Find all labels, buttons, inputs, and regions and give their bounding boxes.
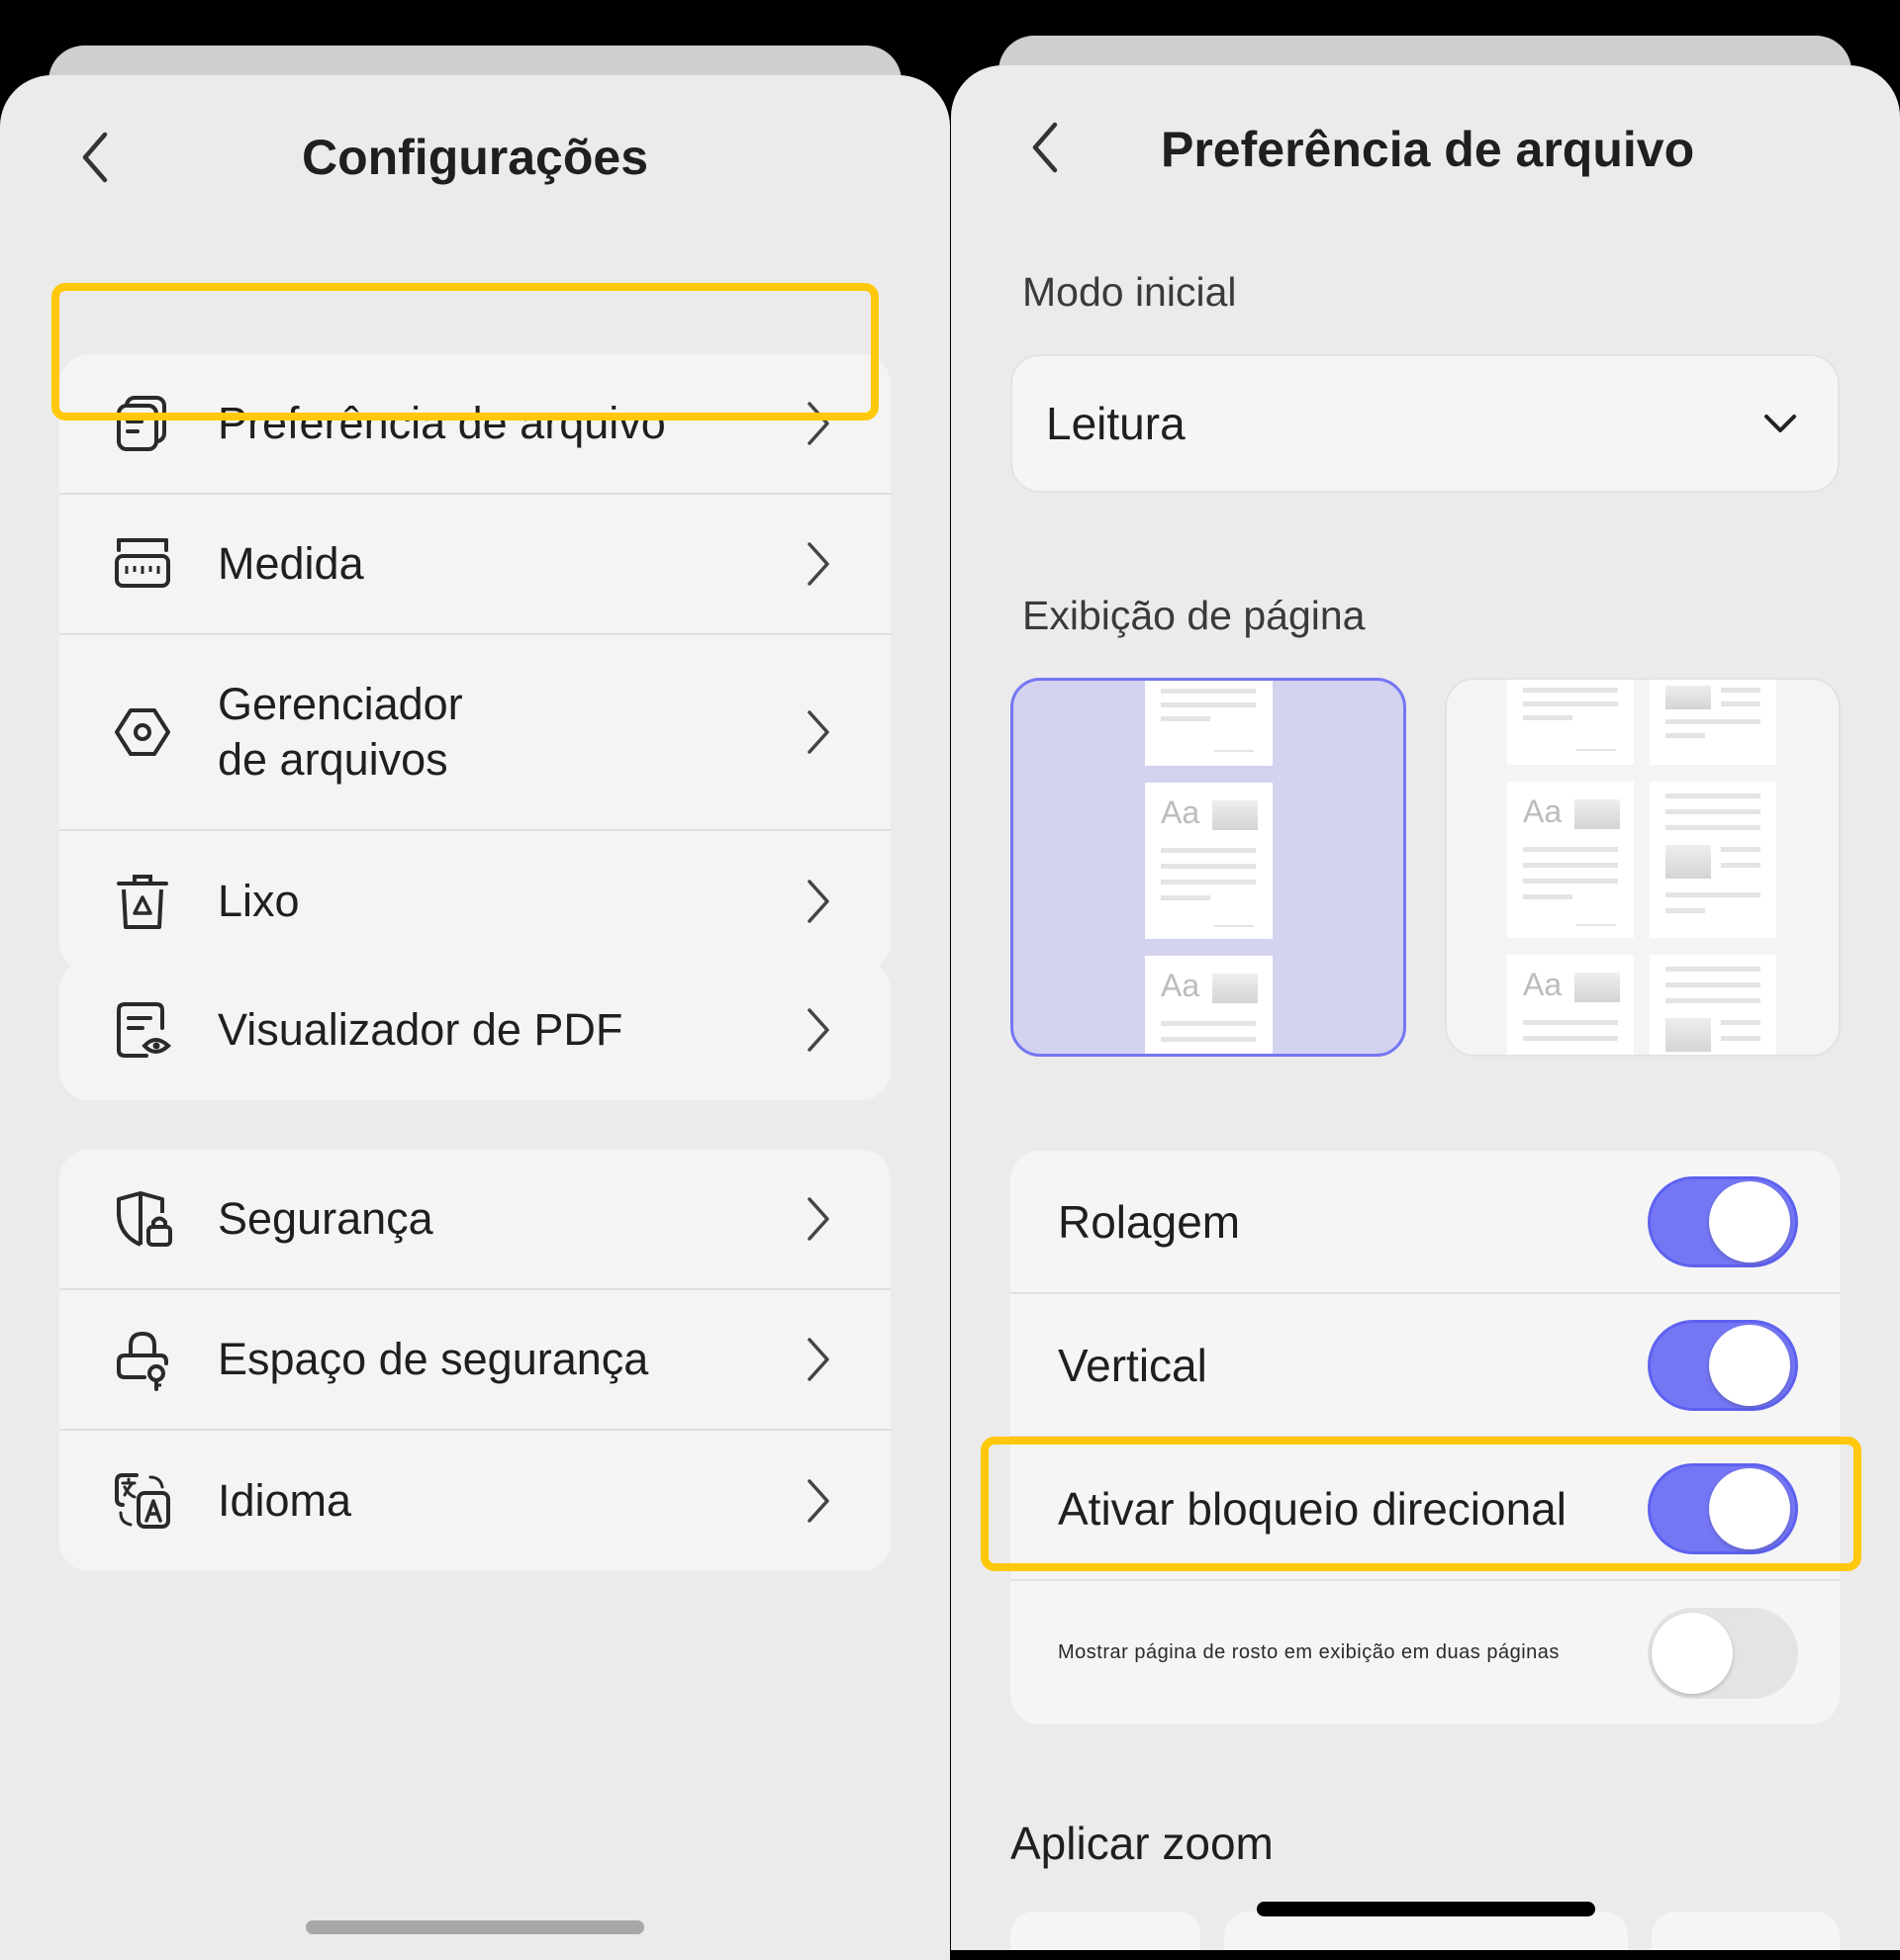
- page-thumbnail: [1145, 681, 1273, 766]
- settings-item-measure[interactable]: Medida: [59, 495, 891, 635]
- toggle-row-scroll: Rolagem: [1010, 1151, 1840, 1294]
- initial-mode-select[interactable]: Leitura: [1010, 354, 1840, 493]
- files-icon: [111, 392, 174, 455]
- thumbnail-text: Aa: [1161, 968, 1200, 1003]
- thumbnail-text: Aa: [1523, 967, 1563, 1002]
- settings-item-label: Preferência de arquivo: [218, 397, 666, 448]
- pdf-viewer-icon: [111, 998, 174, 1062]
- toggle-row-direction-lock: Ativar bloqueio direcional: [1010, 1438, 1840, 1581]
- chevron-right-icon: [808, 1479, 829, 1523]
- ruler-icon: [111, 532, 174, 596]
- page-display-label: Exibição de página: [1022, 593, 1366, 638]
- settings-item-label: Idioma: [218, 1474, 352, 1526]
- chevron-left-icon: [1032, 122, 1058, 173]
- initial-mode-label: Modo inicial: [1022, 269, 1237, 315]
- toggle-label: Rolagem: [1058, 1195, 1241, 1248]
- file-preference-screen: Preferência de arquivo Modo inicial Leit…: [951, 65, 1900, 1950]
- settings-group-pdf: Visualizador de PDF: [59, 960, 891, 1100]
- vertical-toggle[interactable]: [1648, 1319, 1798, 1411]
- back-button[interactable]: [1015, 118, 1075, 177]
- language-icon: [111, 1469, 174, 1533]
- settings-group-security: Segurança Espaço de segurança Idioma: [59, 1150, 891, 1571]
- chevron-right-icon: [808, 1008, 829, 1052]
- page-display-single-option[interactable]: Aa Aa: [1010, 678, 1406, 1057]
- settings-item-file-manager[interactable]: Gerenciador de arquivos: [59, 635, 891, 831]
- settings-item-label: Lixo: [218, 875, 300, 926]
- settings-item-security[interactable]: Segurança: [59, 1150, 891, 1290]
- settings-group-files: Preferência de arquivo Medida Gerenciado…: [59, 354, 891, 972]
- settings-item-label: Segurança: [218, 1192, 433, 1244]
- page-title: Preferência de arquivo: [1161, 122, 1695, 177]
- toggle-row-vertical: Vertical: [1010, 1294, 1840, 1438]
- toggle-label: Ativar bloqueio direcional: [1058, 1482, 1567, 1535]
- trash-icon: [111, 870, 174, 933]
- chevron-right-icon: [808, 1197, 829, 1241]
- settings-item-label: Medida: [218, 537, 364, 589]
- home-indicator: [1257, 1902, 1595, 1916]
- chevron-right-icon: [808, 1338, 829, 1381]
- zoom-option[interactable]: [1010, 1912, 1200, 1950]
- page-thumbnail: Aa: [1507, 955, 1634, 1055]
- settings-item-file-preference[interactable]: Preferência de arquivo: [59, 354, 891, 495]
- page-thumbnail: [1507, 680, 1634, 765]
- thumbnail-text: Aa: [1161, 794, 1200, 830]
- toggle-label: Vertical: [1058, 1339, 1207, 1391]
- thumbnail-text: Aa: [1523, 793, 1563, 829]
- scroll-toggle[interactable]: [1648, 1175, 1798, 1267]
- page-display-double-option[interactable]: Aa Aa: [1445, 678, 1841, 1057]
- settings-item-security-space[interactable]: Espaço de segurança: [59, 1290, 891, 1431]
- toggle-label: Mostrar página de rosto em exibição em d…: [1058, 1641, 1560, 1663]
- page-thumbnail: Aa: [1507, 782, 1634, 938]
- cover-page-toggle[interactable]: [1648, 1607, 1798, 1699]
- settings-item-label: Gerenciador de arquivos: [218, 678, 463, 785]
- lock-key-icon: [111, 1328, 174, 1391]
- page-thumbnail: Aa: [1145, 956, 1273, 1054]
- shield-lock-icon: [111, 1187, 174, 1251]
- settings-item-language[interactable]: Idioma: [59, 1431, 891, 1571]
- chevron-right-icon: [808, 542, 829, 586]
- settings-screen: Configurações Preferência de arquivo Med…: [0, 75, 950, 1960]
- page-thumbnail: [1650, 782, 1776, 938]
- settings-item-trash[interactable]: Lixo: [59, 831, 891, 972]
- zoom-option[interactable]: [1652, 1912, 1840, 1950]
- page-thumbnail: [1650, 680, 1776, 765]
- zoom-option[interactable]: [1224, 1912, 1628, 1950]
- zoom-section-label: Aplicar zoom: [1010, 1818, 1274, 1869]
- settings-item-label: Visualizador de PDF: [218, 1003, 623, 1055]
- chevron-right-icon: [808, 880, 829, 923]
- initial-mode-value: Leitura: [1046, 398, 1186, 449]
- page-options-group: Rolagem Vertical Ativar bloqueio direcio…: [1010, 1151, 1840, 1725]
- page-title: Configurações: [301, 130, 649, 185]
- page-thumbnail: [1650, 955, 1776, 1055]
- settings-item-label: Espaço de segurança: [218, 1333, 649, 1384]
- direction-lock-toggle[interactable]: [1648, 1462, 1798, 1554]
- settings-item-pdf-viewer[interactable]: Visualizador de PDF: [59, 960, 891, 1100]
- chevron-right-icon: [808, 710, 829, 754]
- home-indicator: [306, 1920, 644, 1934]
- hexagon-icon: [111, 700, 174, 764]
- chevron-right-icon: [808, 402, 829, 445]
- page-thumbnail: Aa: [1145, 783, 1273, 939]
- toggle-row-cover-page: Mostrar página de rosto em exibição em d…: [1010, 1581, 1840, 1725]
- chevron-down-icon: [1764, 415, 1796, 432]
